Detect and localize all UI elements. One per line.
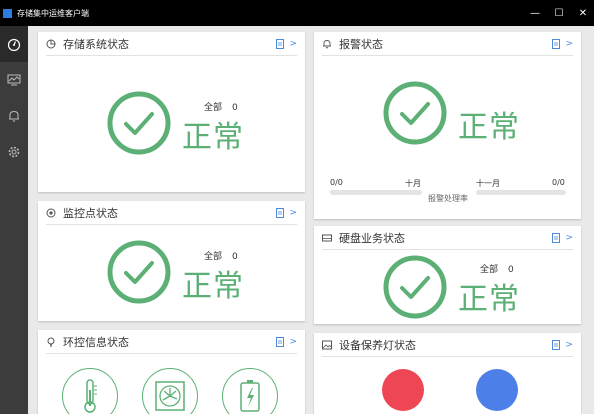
month-label: 十月 xyxy=(405,179,421,188)
ok-check-icon xyxy=(383,255,447,319)
document-icon[interactable] xyxy=(552,38,561,49)
bell-icon xyxy=(9,110,19,122)
speedometer-icon xyxy=(7,38,21,51)
document-icon[interactable] xyxy=(276,207,285,218)
document-icon[interactable] xyxy=(552,232,561,243)
card-header: 报警状态 > xyxy=(322,32,573,56)
ok-check-icon xyxy=(107,240,171,304)
more-link[interactable]: > xyxy=(565,39,573,49)
document-icon[interactable] xyxy=(276,38,285,49)
more-link[interactable]: > xyxy=(565,340,573,350)
alarm-status-card: 报警状态 > 正常 0/0 十月 十一月 0/0 报警处理率 xyxy=(314,32,581,219)
alarm-rate-caption: 报警处理率 xyxy=(428,194,468,203)
document-icon[interactable] xyxy=(276,336,285,347)
more-link[interactable]: > xyxy=(289,337,297,347)
maximize-button[interactable]: ☐ xyxy=(554,8,564,19)
ok-check-icon xyxy=(383,81,447,145)
app-logo-icon xyxy=(3,8,12,18)
card-header: 硬盘业务状态 > xyxy=(322,226,573,250)
title-bar: 存储集中运维客户端 — ☐ ✕ xyxy=(0,0,594,26)
monitor-chart-icon xyxy=(7,74,21,86)
alarm-ratio-right: 0/0 xyxy=(552,178,565,187)
card-title: 存储系统状态 xyxy=(63,37,129,51)
ok-check-icon xyxy=(107,91,171,155)
card-header: 环控信息状态 > xyxy=(46,330,297,354)
next-month-label: 十一月 xyxy=(476,179,500,188)
minimize-button[interactable]: — xyxy=(530,8,540,19)
lamp-status-card: 设备保养灯状态 > xyxy=(314,333,581,414)
status-text: 正常 xyxy=(458,282,520,317)
window-controls: — ☐ ✕ xyxy=(530,0,588,26)
card-title: 报警状态 xyxy=(339,37,383,51)
card-title: 环控信息状态 xyxy=(63,335,129,349)
status-text: 正常 xyxy=(458,110,520,145)
alarm-rate-bar-left xyxy=(330,190,422,195)
card-title: 监控点状态 xyxy=(63,206,118,220)
bell-icon xyxy=(322,39,332,49)
sidebar xyxy=(0,26,28,414)
lamp-red[interactable] xyxy=(382,369,424,411)
pie-chart-icon xyxy=(46,39,56,49)
monitor-status-card: 监控点状态 > 全部 0 正常 xyxy=(38,201,305,321)
alarm-ratio-left: 0/0 xyxy=(330,178,343,187)
camera-icon xyxy=(46,208,56,218)
card-title: 设备保养灯状态 xyxy=(339,338,416,352)
more-link[interactable]: > xyxy=(565,233,573,243)
thermometer-icon[interactable] xyxy=(62,368,118,414)
fan-icon[interactable] xyxy=(142,368,198,414)
sidebar-item-monitor[interactable] xyxy=(0,62,28,98)
disk-status-card: 硬盘业务状态 > 全部 0 正常 xyxy=(314,226,581,324)
lightbulb-icon xyxy=(46,337,56,347)
more-link[interactable]: > xyxy=(289,39,297,49)
more-link[interactable]: > xyxy=(289,208,297,218)
battery-charging-icon[interactable] xyxy=(222,368,278,414)
card-header: 设备保养灯状态 > xyxy=(322,333,573,357)
alarm-rate-bar-right xyxy=(476,190,566,195)
status-text: 正常 xyxy=(182,120,244,155)
sidebar-item-settings[interactable] xyxy=(0,134,28,170)
lamp-blue[interactable] xyxy=(476,369,518,411)
close-button[interactable]: ✕ xyxy=(578,8,588,19)
storage-status-card: 存储系统状态 > 全部 0 正常 xyxy=(38,32,305,192)
hard-disk-icon xyxy=(322,233,332,243)
card-header: 存储系统状态 > xyxy=(46,32,297,56)
window-title: 存储集中运维客户端 xyxy=(17,8,89,18)
card-title: 硬盘业务状态 xyxy=(339,231,405,245)
sidebar-item-alarm[interactable] xyxy=(0,98,28,134)
env-status-card: 环控信息状态 > xyxy=(38,330,305,414)
card-header: 监控点状态 > xyxy=(46,201,297,225)
sidebar-item-dashboard[interactable] xyxy=(0,26,28,62)
gear-icon xyxy=(8,146,20,158)
status-text: 正常 xyxy=(182,269,244,304)
image-icon xyxy=(322,340,332,350)
document-icon[interactable] xyxy=(552,339,561,350)
